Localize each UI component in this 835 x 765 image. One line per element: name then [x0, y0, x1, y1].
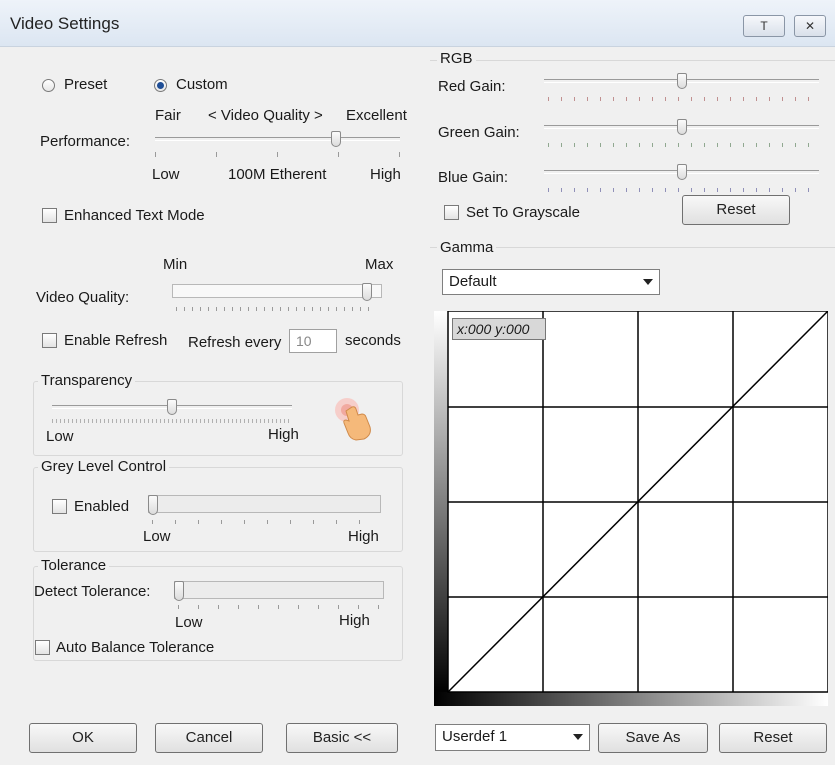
enhanced-text-label: Enhanced Text Mode [64, 207, 205, 224]
close-button[interactable]: ✕ [794, 15, 826, 37]
gamma-preset-select[interactable]: Default [442, 269, 660, 295]
rgb-reset-button[interactable]: Reset [682, 195, 790, 225]
basic-button[interactable]: Basic << [286, 723, 398, 753]
enhanced-text-checkbox[interactable] [42, 208, 57, 223]
custom-radio[interactable] [154, 79, 167, 92]
auto-balance-label: Auto Balance Tolerance [56, 639, 215, 656]
grey-level-thumb[interactable] [148, 495, 158, 515]
blue-gain-ticks [548, 188, 818, 192]
detect-tolerance-thumb[interactable] [174, 581, 184, 601]
red-gain-thumb[interactable] [677, 73, 687, 89]
title-bar [0, 0, 835, 47]
auto-balance-checkbox[interactable] [35, 640, 50, 655]
tolerance-title: Tolerance [38, 557, 110, 574]
refresh-every-label: Refresh every [188, 334, 282, 351]
grey-level-track [148, 495, 381, 513]
perf-mid-label: 100M Etherent [228, 166, 327, 183]
detect-tolerance-slider[interactable] [174, 581, 384, 601]
blue-gain-label: Blue Gain: [438, 169, 509, 186]
userdef-select[interactable]: Userdef 1 [435, 724, 590, 751]
perf-excellent-label: Excellent [346, 107, 407, 124]
grey-level-ticks [152, 520, 382, 524]
perf-low-label: Low [152, 166, 180, 183]
ok-button[interactable]: OK [29, 723, 137, 753]
red-gain-ticks [548, 97, 818, 101]
gamma-coord-readout: x:000 y:000 [452, 318, 546, 340]
gamma-reset-button[interactable]: Reset [719, 723, 827, 753]
grey-enabled-label: Enabled [74, 498, 130, 515]
preset-label: Preset [64, 76, 108, 93]
transparency-slider[interactable] [52, 399, 292, 416]
custom-label: Custom [176, 76, 228, 93]
grayscale-checkbox[interactable] [444, 205, 459, 220]
green-gain-label: Green Gain: [438, 124, 520, 141]
vq-min-label: Min [163, 256, 188, 273]
userdef-value: Userdef 1 [442, 728, 508, 745]
perf-center-label: < Video Quality > [208, 107, 323, 124]
performance-thumb[interactable] [331, 131, 341, 147]
transparency-high-label: High [268, 426, 299, 443]
refresh-interval-input[interactable]: 10 [289, 329, 337, 353]
video-quality-thumb[interactable] [362, 283, 372, 301]
performance-slider[interactable] [155, 131, 400, 148]
transparency-thumb[interactable] [167, 399, 177, 415]
video-quality-slider[interactable] [172, 283, 382, 302]
transparency-title: Transparency [38, 372, 136, 389]
tolerance-high-label: High [339, 612, 370, 629]
video-quality-track [172, 284, 382, 298]
vq-max-label: Max [365, 256, 394, 273]
perf-fair-label: Fair [155, 107, 181, 124]
enable-refresh-checkbox[interactable] [42, 333, 57, 348]
blue-gain-thumb[interactable] [677, 164, 687, 180]
green-gain-ticks [548, 143, 818, 147]
grey-enabled-checkbox[interactable] [52, 499, 67, 514]
chevron-down-icon [643, 279, 653, 285]
transparency-ticks [52, 419, 292, 423]
green-gain-slider[interactable] [544, 119, 819, 136]
grayscale-label: Set To Grayscale [466, 204, 580, 221]
grey-low-label: Low [143, 528, 171, 545]
gamma-curve-editor[interactable] [434, 310, 829, 706]
rgb-title: RGB [437, 50, 476, 67]
hand-pointer-icon [330, 393, 380, 443]
performance-track [155, 137, 400, 141]
window-title: Video Settings [10, 14, 120, 33]
video-quality-label: Video Quality: [36, 289, 130, 306]
rgb-group-line [430, 60, 835, 62]
detect-tolerance-label: Detect Tolerance: [34, 583, 151, 600]
detect-tolerance-ticks [178, 605, 384, 609]
gamma-preset-value: Default [449, 273, 497, 290]
refresh-unit-label: seconds [345, 332, 401, 349]
green-gain-thumb[interactable] [677, 119, 687, 135]
perf-high-label: High [370, 166, 401, 183]
preset-radio[interactable] [42, 79, 55, 92]
blue-gain-slider[interactable] [544, 164, 819, 181]
red-gain-label: Red Gain: [438, 78, 506, 95]
video-quality-ticks [176, 307, 376, 311]
grey-level-title: Grey Level Control [38, 458, 170, 475]
gamma-title: Gamma [437, 239, 497, 256]
pin-button[interactable]: T [743, 15, 785, 37]
tolerance-low-label: Low [175, 614, 203, 631]
red-gain-slider[interactable] [544, 73, 819, 90]
enable-refresh-label: Enable Refresh [64, 332, 168, 349]
save-as-button[interactable]: Save As [598, 723, 708, 753]
transparency-low-label: Low [46, 428, 74, 445]
detect-tolerance-track [174, 581, 384, 599]
grey-level-slider[interactable] [148, 495, 381, 515]
performance-ticks [155, 152, 400, 157]
cancel-button[interactable]: Cancel [155, 723, 263, 753]
grey-high-label: High [348, 528, 379, 545]
chevron-down-icon [573, 734, 583, 740]
performance-label: Performance: [40, 133, 131, 150]
